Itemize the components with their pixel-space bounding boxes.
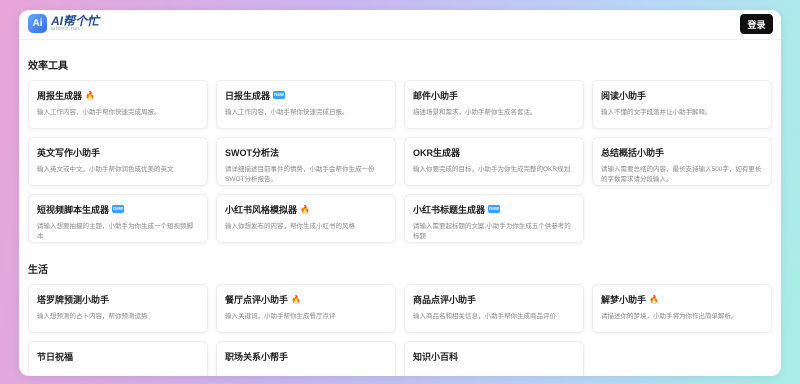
tool-card[interactable]: 职场关系小帮手 (216, 341, 396, 376)
tool-card-title: 节日祝福 (37, 350, 199, 362)
tool-card[interactable]: 小红书风格模拟器 🔥 输入你想发布的内容，帮你生成小红书的风格 (216, 194, 396, 243)
tool-card[interactable]: 节日祝福 (28, 341, 208, 376)
tool-card-title-text: 短视频脚本生成器 (37, 204, 110, 215)
tool-card-description: 输入工作内容，小助手帮你快速完成日报。 (225, 109, 349, 116)
tool-card-title: 总结概括小助手 (601, 146, 763, 158)
login-button[interactable]: 登录 (740, 14, 773, 34)
tool-card-title: 短视频脚本生成器 new (37, 203, 199, 215)
new-badge-icon: new (488, 205, 501, 213)
logo-icon: Ai (28, 14, 47, 33)
tool-card-title-text: OKR生成器 (413, 147, 460, 158)
tool-card-description: 请输入需要总结的内容，最长支持输入500字，如有更长的字数需求请分段输入。 (601, 166, 762, 183)
tool-card-description: 输入不懂的文字段落并让小助手解释。 (601, 109, 712, 116)
tool-card-title-text: 知识小百科 (413, 351, 459, 362)
tool-card-title: 周报生成器 🔥 (37, 89, 199, 101)
tool-card-title-text: 职场关系小帮手 (225, 351, 289, 362)
tool-card-title: OKR生成器 (413, 146, 575, 158)
tool-card-description: 输入你想发布的内容，帮你生成小红书的风格 (225, 223, 355, 230)
tool-card-description: 请详细描述目前事件的情势，小助手会帮你生成一份SWOT分析报告。 (225, 166, 375, 183)
tool-card-title-text: SWOT分析法 (225, 147, 279, 158)
fire-icon: 🔥 (649, 294, 659, 304)
tool-card[interactable]: 商品点评小助手输入商品名和相关信息，小助手帮你生成商品评价 (404, 284, 584, 333)
tool-card-title-text: 餐厅点评小助手 (225, 294, 289, 305)
tool-card-title: 英文写作小助手 (37, 146, 199, 158)
tool-card-title: 阅读小助手 (601, 89, 763, 101)
tool-card[interactable]: 邮件小助手描述场景和需求，小助手帮你生成各套话。 (404, 80, 584, 129)
tool-card-title-text: 英文写作小助手 (37, 147, 101, 158)
tool-card[interactable]: OKR生成器输入你要完成的目标，小助手为你生成完整的OKR规划 (404, 137, 584, 186)
tool-grid: 周报生成器 🔥 输入工作内容，小助手帮你快速完成周报。 日报生成器 new 输入工作内容，… (28, 80, 772, 243)
tool-card[interactable]: 周报生成器 🔥 输入工作内容，小助手帮你快速完成周报。 (28, 80, 208, 129)
tool-card-description: 请描述你的梦境，小助手将为你作出简单解析。 (601, 313, 738, 320)
tool-card-title: 商品点评小助手 (413, 293, 575, 305)
tool-card[interactable]: 解梦小助手 🔥 请描述你的梦境，小助手将为你作出简单解析。 (592, 284, 772, 333)
tool-card-title-text: 塔罗牌预测小助手 (37, 294, 110, 305)
top-header: Ai AI帮个忙 aitools.run 登录 (19, 10, 781, 40)
fire-icon: 🔥 (291, 294, 301, 304)
tool-card-description: 输入你要完成的目标，小助手为你生成完整的OKR规划 (413, 166, 571, 173)
tool-card[interactable]: 短视频脚本生成器 new 请输入想要拍摄的主题，小助手为你生成一个短视频脚本 (28, 194, 208, 243)
tool-card-title: 职场关系小帮手 (225, 350, 387, 362)
tool-card-title-text: 日报生成器 (225, 90, 271, 101)
tool-card-title-text: 总结概括小助手 (601, 147, 665, 158)
tool-card-title-text: 小红书标题生成器 (413, 204, 486, 215)
tool-card-title-text: 商品点评小助手 (413, 294, 477, 305)
tool-card-title: 小红书标题生成器 new (413, 203, 575, 215)
tool-card-description: 输入工作内容，小助手帮你快速完成周报。 (37, 109, 161, 116)
tool-card-description: 输入商品名和相关信息，小助手帮你生成商品评价 (413, 313, 556, 320)
tool-card-title: 邮件小助手 (413, 89, 575, 101)
tool-card-description: 输入英文或中文，小助手帮你润色成优美的英文 (37, 166, 174, 173)
tool-card-title-text: 小红书风格模拟器 (225, 204, 298, 215)
tool-card-title-text: 节日祝福 (37, 351, 74, 362)
new-badge-icon: new (273, 91, 286, 99)
tool-card[interactable]: 塔罗牌预测小助手输入想预测的占卜内容，帮你预测运势 (28, 284, 208, 333)
new-badge-icon: new (112, 205, 125, 213)
tool-card[interactable]: 总结概括小助手请输入需要总结的内容，最长支持输入500字，如有更长的字数需求请分… (592, 137, 772, 186)
tool-card-title-text: 解梦小助手 (601, 294, 647, 305)
section-title: 生活 (28, 265, 48, 276)
tool-card-description: 输入关键词，小助手帮你生成餐厅点评 (225, 313, 336, 320)
tool-card[interactable]: 英文写作小助手输入英文或中文，小助手帮你润色成优美的英文 (28, 137, 208, 186)
app-window: Ai AI帮个忙 aitools.run 登录 效率工具 周报生成器 🔥 输入工作内容… (19, 10, 781, 376)
tool-card-title: 塔罗牌预测小助手 (37, 293, 199, 305)
tool-card-title: 日报生成器 new (225, 89, 387, 101)
tool-card[interactable]: 知识小百科 (404, 341, 584, 376)
tool-card-description: 描述场景和需求，小助手帮你生成各套话。 (413, 109, 537, 116)
tool-card-description: 请输入想要拍摄的主题，小助手为你生成一个短视频脚本 (37, 223, 193, 240)
tool-card[interactable]: 日报生成器 new 输入工作内容，小助手帮你快速完成日报。 (216, 80, 396, 129)
tool-grid: 塔罗牌预测小助手 输入想预测的占卜内容，帮你预测运势 餐厅点评小助手 🔥 输入关键词，小… (28, 284, 772, 376)
fire-icon: 🔥 (300, 204, 310, 214)
logo[interactable]: Ai AI帮个忙 aitools.run (28, 14, 99, 33)
fire-icon: 🔥 (85, 90, 95, 100)
main-content: 效率工具 周报生成器 🔥 输入工作内容，小助手帮你快速完成周报。 日报生成器 new 输入工… (19, 57, 781, 376)
tool-card-description: 输入想预测的占卜内容，帮你预测运势 (37, 313, 148, 320)
tool-card-title-text: 周报生成器 (37, 90, 83, 101)
tool-card-title: SWOT分析法 (225, 146, 387, 158)
tool-card-title: 餐厅点评小助手 🔥 (225, 293, 387, 305)
tool-card-title: 小红书风格模拟器 🔥 (225, 203, 387, 215)
section-title: 效率工具 (28, 61, 68, 72)
tool-card[interactable]: SWOT分析法请详细描述目前事件的情势，小助手会帮你生成一份SWOT分析报告。 (216, 137, 396, 186)
tool-card[interactable]: 阅读小助手输入不懂的文字段落并让小助手解释。 (592, 80, 772, 129)
logo-text: AI帮个忙 aitools.run (51, 15, 99, 32)
tool-card-title: 解梦小助手 🔥 (601, 293, 763, 305)
tool-card[interactable]: 餐厅点评小助手 🔥 输入关键词，小助手帮你生成餐厅点评 (216, 284, 396, 333)
tool-card-description: 请输入需要起标题的文案,小助手为你生成五个供参考的标题 (413, 223, 571, 240)
tool-card[interactable]: 小红书标题生成器 new 请输入需要起标题的文案,小助手为你生成五个供参考的标题 (404, 194, 584, 243)
tool-card-title-text: 阅读小助手 (601, 90, 647, 101)
tool-card-title: 知识小百科 (413, 350, 575, 362)
tool-card-title-text: 邮件小助手 (413, 90, 459, 101)
